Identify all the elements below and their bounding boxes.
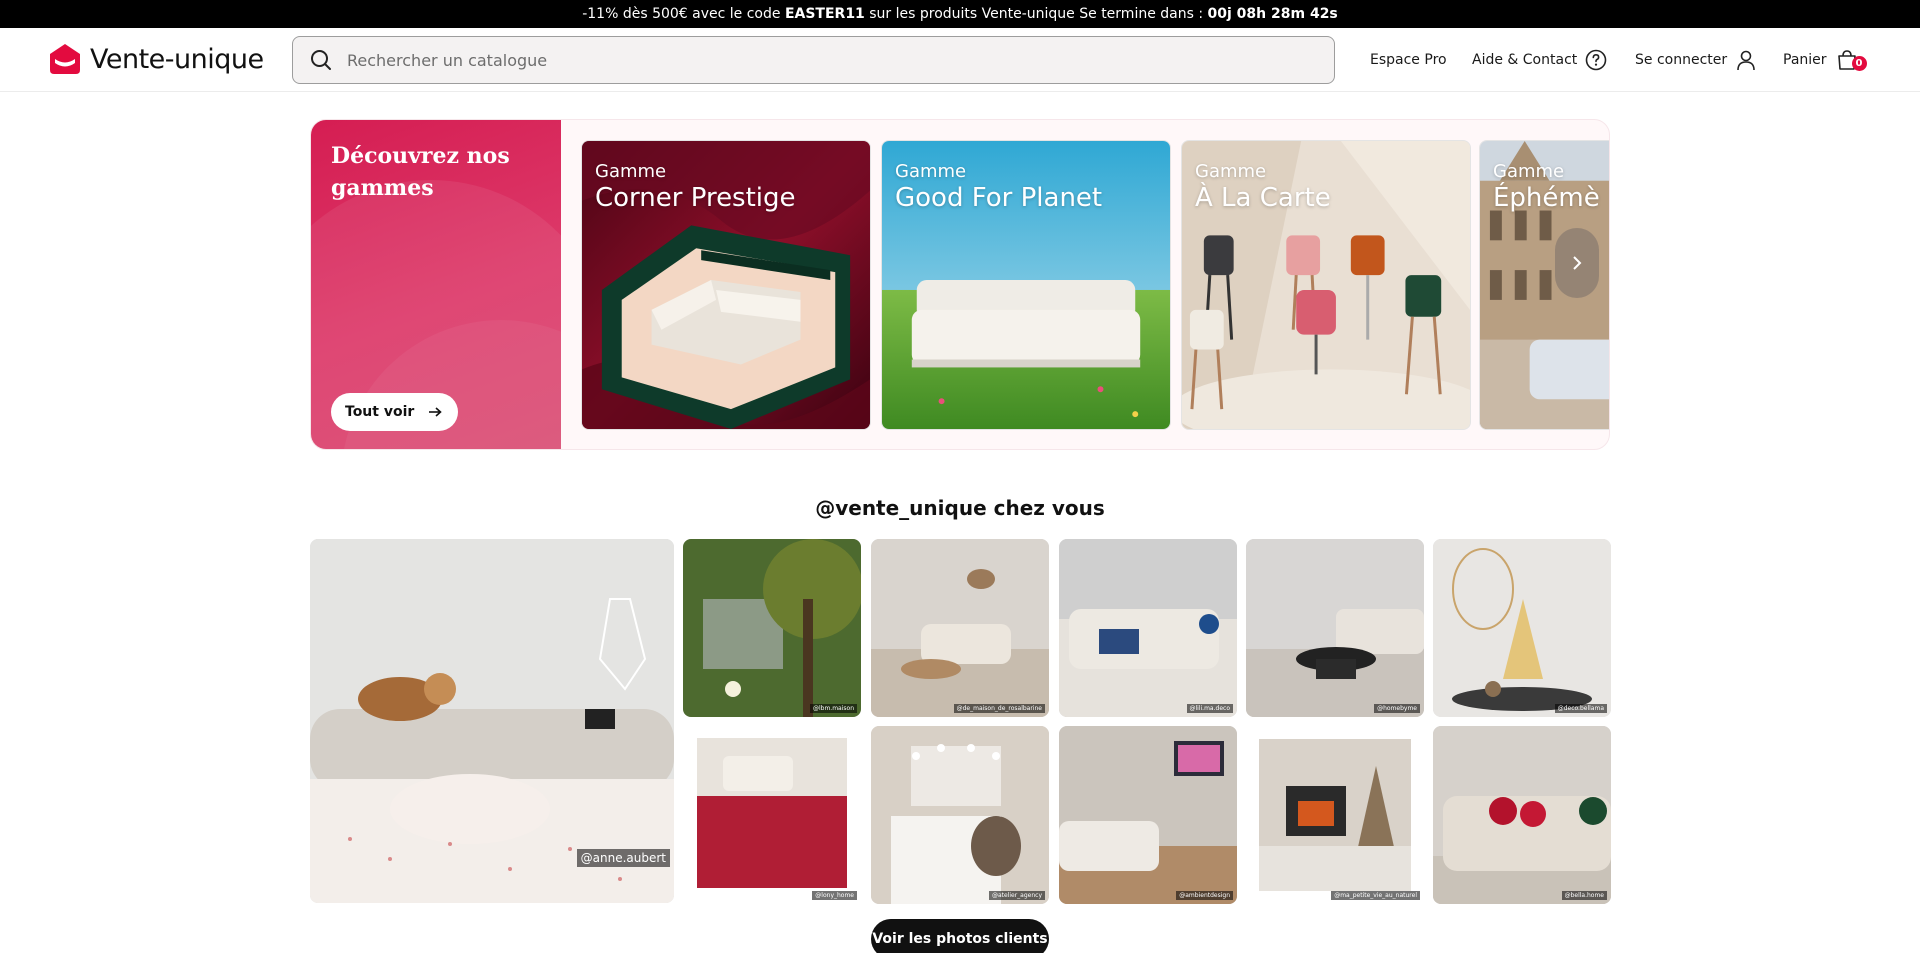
site-header: Vente-unique Espace Pro Aide & Contact S…: [0, 28, 1920, 92]
photo-handle: @ma_petite_vie_au_naturel: [1331, 891, 1420, 900]
photo-handle: @anne.aubert: [576, 849, 670, 867]
photo-handle: @lili.ma.deco: [1186, 704, 1233, 713]
logo-house-icon: [50, 44, 80, 74]
range-prefix: Gamme: [895, 161, 967, 182]
photo-handle: @lony_home: [812, 891, 857, 900]
range-card-corner-prestige[interactable]: Gamme Corner Prestige: [581, 140, 871, 430]
search-input[interactable]: [345, 38, 1334, 82]
question-circle-icon: [1585, 49, 1607, 71]
login-label: Se connecter: [1635, 52, 1728, 68]
photo-handle: @ambientdesign: [1176, 891, 1233, 900]
photo-handle: @deco.bellama: [1554, 704, 1607, 713]
cart-link[interactable]: Panier 0: [1783, 48, 1867, 72]
range-card-label: Gamme Corner Prestige: [595, 161, 796, 213]
see-customer-photos-button[interactable]: Voir les photos clients: [871, 919, 1049, 953]
carousel-next-button[interactable]: [1555, 228, 1599, 298]
customer-photo[interactable]: @ambientdesign: [1059, 726, 1237, 904]
user-icon: [1737, 50, 1755, 71]
cart-icon-wrap: 0: [1835, 48, 1867, 72]
photo-living-room-pendant: [871, 539, 1049, 717]
customer-photo[interactable]: @lili.ma.deco: [1059, 539, 1237, 717]
promo-bar: -11% dès 500€ avec le code EASTER11 sur …: [0, 0, 1920, 28]
customer-photo[interactable]: @lony_home: [683, 726, 861, 904]
photo-greenhouse-garden: [683, 539, 861, 717]
customer-photo[interactable]: @bella.home: [1433, 726, 1611, 904]
cart-label: Panier: [1783, 52, 1827, 68]
range-name: Éphémè: [1493, 183, 1600, 213]
see-all-button[interactable]: Tout voir: [331, 393, 459, 431]
range-card-a-la-carte[interactable]: Gamme À La Carte: [1181, 140, 1471, 430]
promo-text-before: -11% dès 500€ avec le code: [582, 6, 785, 22]
ranges-title: Découvrez nos gammes: [331, 143, 510, 201]
ranges-carousel: Découvrez nos gammes Tout voir Gamme Cor…: [310, 119, 1610, 450]
photo-sofa-red-cushions: [1433, 726, 1611, 904]
help-contact-label: Aide & Contact: [1472, 52, 1578, 68]
range-prefix: Gamme: [1195, 161, 1267, 182]
range-card-good-for-planet[interactable]: Gamme Good For Planet: [881, 140, 1171, 430]
customer-photo[interactable]: @ma_petite_vie_au_naturel: [1246, 726, 1424, 904]
photo-handle: @bella.home: [1561, 891, 1607, 900]
photo-fireplace-christmas: [1259, 739, 1411, 891]
see-all-label: Tout voir: [345, 404, 415, 420]
photo-handle: @lbm.maison: [809, 704, 857, 713]
photo-vanity-mirror: [871, 726, 1049, 904]
photo-handle: @atelier_agency: [988, 891, 1045, 900]
range-card-label: Gamme À La Carte: [1195, 161, 1331, 213]
logo-text: Vente-unique: [90, 43, 264, 75]
customer-photo[interactable]: @de_maison_de_rosalbarine: [871, 539, 1049, 717]
customer-photo[interactable]: @anne.aubert: [310, 539, 674, 903]
range-name: Corner Prestige: [595, 183, 796, 213]
login-link[interactable]: Se connecter: [1635, 48, 1757, 72]
customer-photo[interactable]: @deco.bellama: [1433, 539, 1611, 717]
help-contact-link[interactable]: Aide & Contact: [1472, 48, 1607, 72]
photo-handle: @de_maison_de_rosalbarine: [953, 704, 1045, 713]
photo-tv-living-room: [1059, 726, 1237, 904]
range-card-label: Gamme Éphémè: [1493, 161, 1600, 213]
photo-sofa-blue-cushion: [1059, 539, 1237, 717]
customer-photo[interactable]: @atelier_agency: [871, 726, 1049, 904]
espace-pro-label: Espace Pro: [1370, 52, 1447, 68]
photo-handle: @homebyme: [1374, 704, 1420, 713]
customer-photo[interactable]: @homebyme: [1246, 539, 1424, 717]
promo-countdown: 00j 08h 28m 42s: [1207, 6, 1338, 22]
chevron-right-icon: [1573, 256, 1582, 270]
range-prefix: Gamme: [595, 161, 667, 182]
arrow-right-icon: [429, 407, 443, 417]
range-name: À La Carte: [1195, 183, 1331, 213]
promo-code: EASTER11: [784, 6, 865, 22]
search-bar: [292, 36, 1335, 84]
search-icon[interactable]: [297, 37, 345, 83]
customer-photo[interactable]: @lbm.maison: [683, 539, 861, 717]
range-name: Good For Planet: [895, 183, 1103, 213]
photo-coffee-table: [1246, 539, 1424, 717]
range-prefix: Gamme: [1493, 161, 1565, 182]
promo-text-middle: sur les produits Vente-unique Se termine…: [864, 6, 1208, 22]
photo-golden-tree-decor: [1433, 539, 1611, 717]
espace-pro-link[interactable]: Espace Pro: [1370, 48, 1447, 72]
logo-link[interactable]: Vente-unique: [48, 40, 264, 78]
instagram-section-title: @vente_unique chez vous: [815, 496, 1105, 520]
photo-red-bedspread: [697, 738, 847, 888]
range-card-label: Gamme Good For Planet: [895, 161, 1103, 213]
ranges-intro-panel: Découvrez nos gammes Tout voir: [311, 120, 561, 449]
cart-count-badge: 0: [1851, 56, 1867, 71]
